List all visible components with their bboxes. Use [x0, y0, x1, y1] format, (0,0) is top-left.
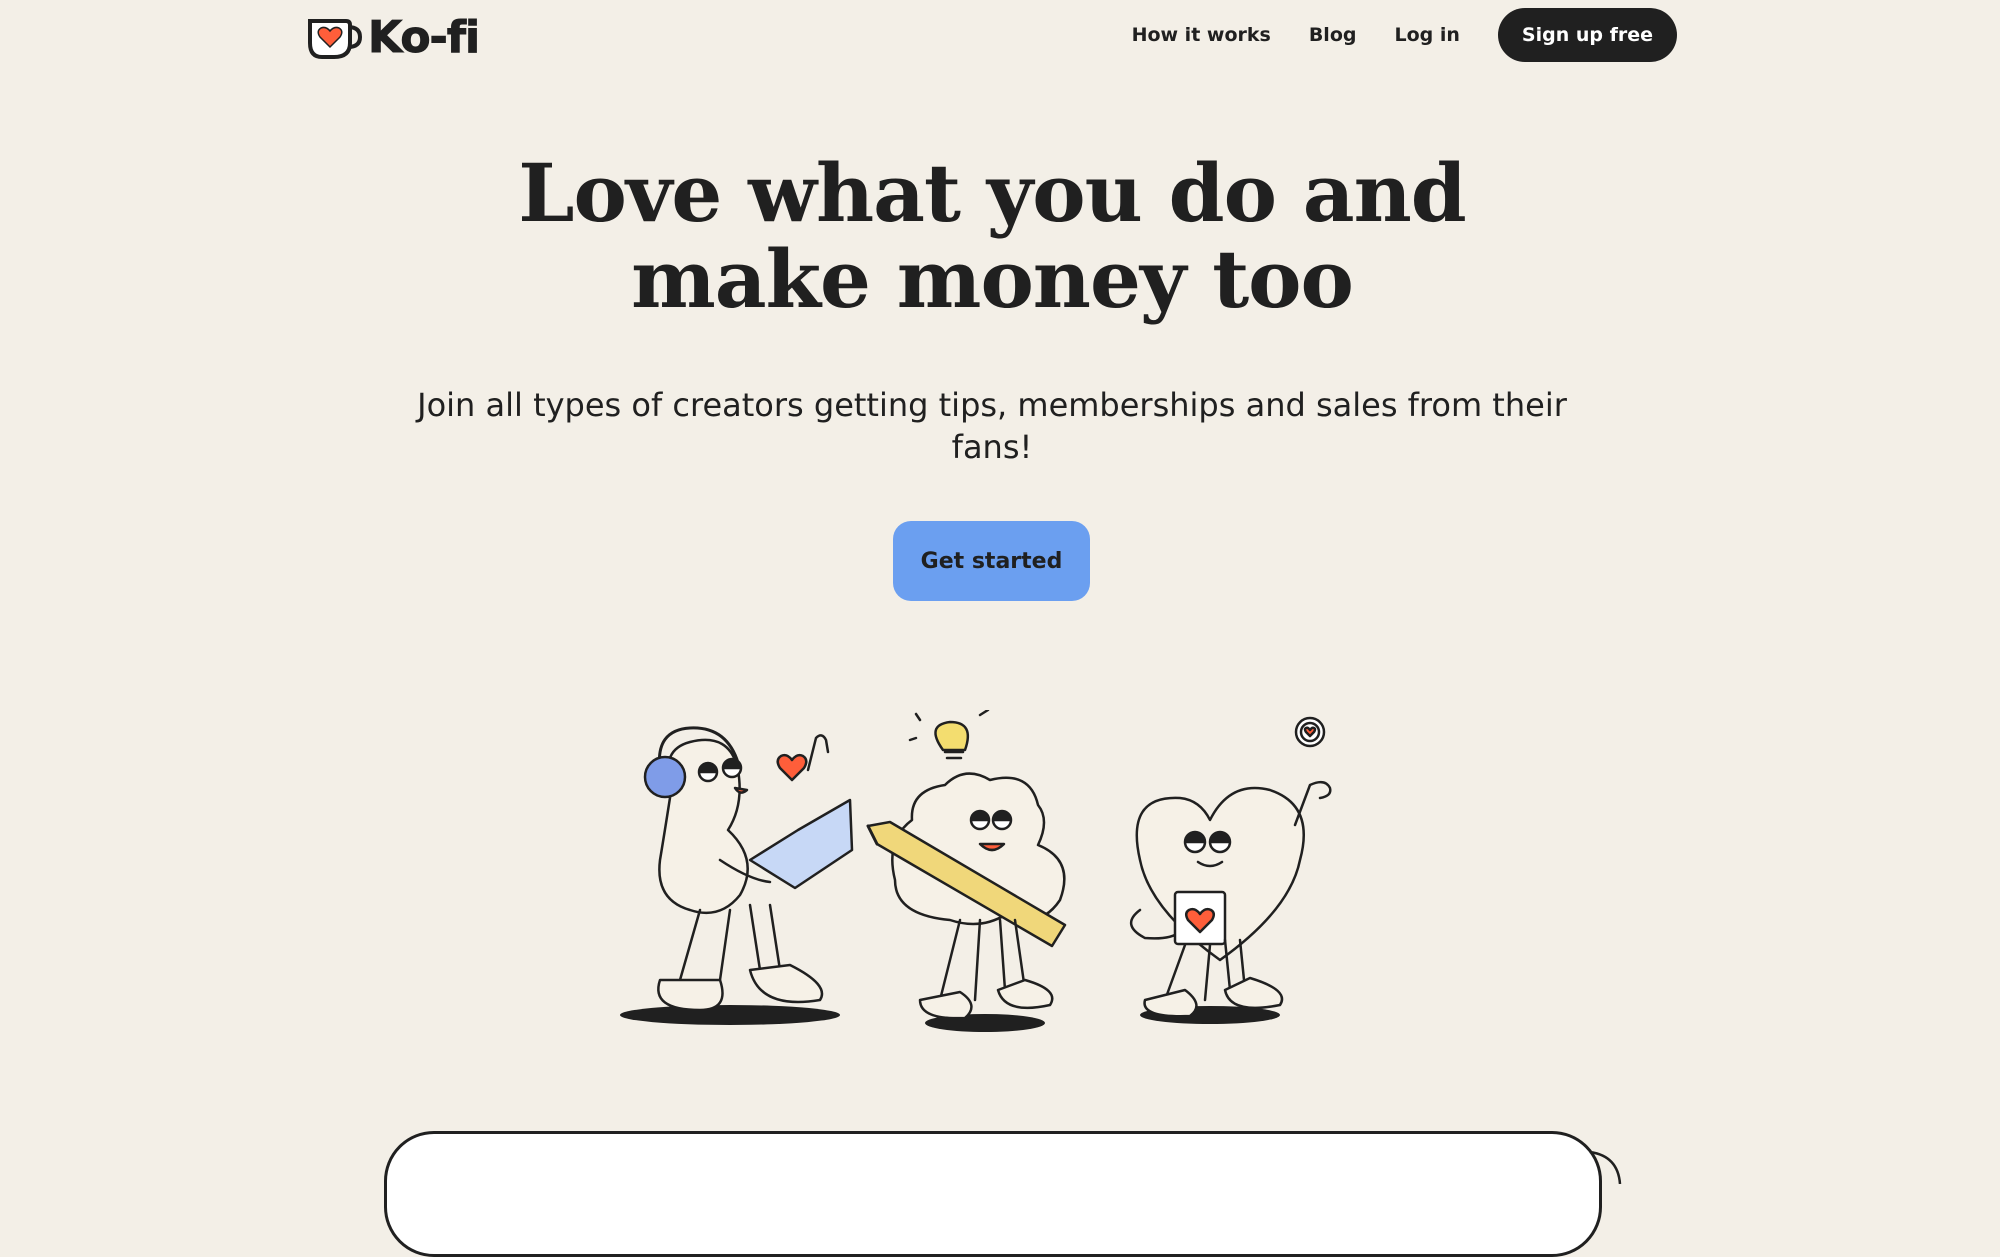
heart-icon	[776, 753, 808, 782]
site-header: Ko-fi How it works Blog Log in Sign up f…	[0, 0, 2000, 70]
sign-up-button[interactable]: Sign up free	[1497, 8, 1677, 62]
top-nav: How it works Blog Log in Sign up free	[1132, 8, 1677, 62]
creator-laptop-character	[620, 726, 854, 1025]
nav-how-it-works-link[interactable]: How it works	[1132, 24, 1271, 46]
hero-subtitle: Join all types of creators getting tips,…	[417, 386, 1567, 466]
hero-title-line1: Love what you do and	[518, 146, 1466, 240]
kofi-cup-logo-icon	[308, 18, 363, 59]
kofi-wordmark: Ko-fi	[367, 12, 480, 64]
nav-blog-link[interactable]: Blog	[1309, 24, 1357, 46]
get-started-button[interactable]: Get started	[893, 521, 1090, 601]
kofi-logo[interactable]: Ko-fi	[306, 12, 481, 64]
creator-pencil-character	[866, 710, 1067, 1032]
hero-title-line2: make money too	[631, 232, 1354, 326]
headphones-icon	[643, 755, 687, 799]
creators-illustration	[620, 710, 1332, 1032]
panel-decoration	[1589, 1150, 1622, 1184]
creator-heart-character	[1130, 716, 1332, 1024]
nav-log-in-link[interactable]: Log in	[1394, 24, 1459, 46]
laptop-icon	[748, 798, 854, 890]
hero-title: Love what you do and make money too	[0, 150, 1984, 322]
lightbulb-icon	[934, 720, 970, 752]
feature-card	[384, 1131, 1602, 1257]
